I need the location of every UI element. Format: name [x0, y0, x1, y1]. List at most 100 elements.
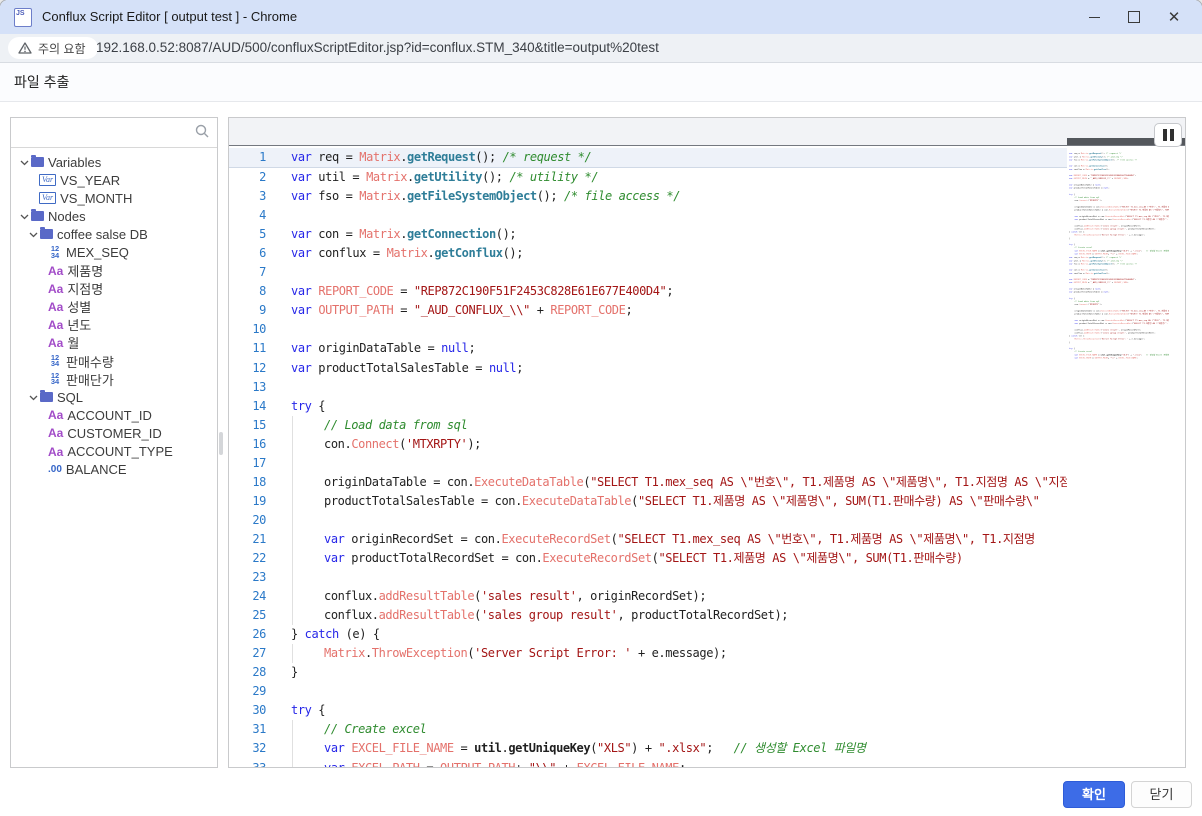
code-line[interactable]: 31 // Create excel	[229, 720, 1185, 739]
line-number: 31	[229, 720, 266, 739]
tree-item-제품명[interactable]: Aa제품명	[11, 262, 217, 280]
address-bar[interactable]: 주의 요함 192.168.0.52:8087/AUD/500/confluxS…	[0, 34, 1202, 63]
code-line[interactable]: 23	[229, 568, 1185, 587]
text-field-icon: Aa	[48, 445, 63, 459]
code-line[interactable]: 26} catch (e) {	[229, 625, 1185, 644]
code-line[interactable]: 8 var REPORT_CODE = "REP872C190F51F2453C8…	[229, 282, 1185, 301]
minimap-code: var req = Matrix.getRequest(); /* reques…	[1069, 256, 1169, 359]
text-field-icon: Aa	[48, 282, 63, 296]
code-line[interactable]: 5var con = Matrix.getConnection();	[229, 225, 1185, 244]
line-number: 8	[229, 282, 266, 301]
code-line[interactable]: 24conflux.addResultTable('sales result',…	[229, 587, 1185, 606]
code-line[interactable]: 30try {	[229, 701, 1185, 720]
code-line[interactable]: 27Matrix.ThrowException('Server Script E…	[229, 644, 1185, 663]
code-line[interactable]: 12 var productTotalSalesTable = null;	[229, 359, 1185, 378]
code-text: var productTotalRecordSet = con.ExecuteR…	[291, 549, 963, 568]
code-line[interactable]: 33var EXCEL_PATH = OUTPUT_PATH+ "\\" + E…	[229, 759, 1185, 769]
minimap-toggle-button[interactable]	[1154, 123, 1182, 147]
tree-item-월[interactable]: Aa월	[11, 334, 217, 352]
tree-search-box	[11, 118, 217, 148]
code-line[interactable]: 20	[229, 511, 1185, 530]
code-line[interactable]: 25conflux.addResultTable('sales group re…	[229, 606, 1185, 625]
code-text: var originDataTable = null;	[291, 339, 475, 358]
code-line[interactable]: 17	[229, 454, 1185, 473]
minimize-button[interactable]	[1074, 0, 1114, 34]
tree-item-ACCOUNT_ID[interactable]: AaACCOUNT_ID	[11, 406, 217, 424]
security-warning-chip[interactable]: 주의 요함	[8, 37, 98, 59]
code-line[interactable]: 19productTotalSalesTable = con.ExecuteDa…	[229, 492, 1185, 511]
tree-item-SQL[interactable]: SQL	[11, 388, 217, 406]
line-number: 25	[229, 606, 266, 625]
code-line[interactable]: 21var originRecordSet = con.ExecuteRecor…	[229, 530, 1185, 549]
chevron-down-icon[interactable]	[19, 211, 29, 221]
code-line[interactable]: 1var req = Matrix.getRequest(); /* reque…	[229, 148, 1185, 168]
code-text: var fso = Matrix.getFileSystemObject(); …	[291, 187, 680, 206]
code-line[interactable]: 6var conflux = Matrix.getConflux();	[229, 244, 1185, 263]
code-line[interactable]: 15// Load data from sql	[229, 416, 1185, 435]
tree-item-판매수량[interactable]: 1234판매수량	[11, 352, 217, 370]
code-text: var EXCEL_FILE_NAME = util.getUniqueKey(…	[291, 739, 866, 758]
line-number: 12	[229, 359, 266, 378]
tree-item-ACCOUNT_TYPE[interactable]: AaACCOUNT_TYPE	[11, 443, 217, 461]
code-line[interactable]: 16con.Connect('MTXRPTY');	[229, 435, 1185, 454]
tree-item-MEX_SEQ[interactable]: 1234MEX_SEQ	[11, 243, 217, 261]
code-text: var REPORT_CODE = "REP872C190F51F2453C82…	[291, 282, 673, 301]
chevron-down-icon[interactable]	[28, 229, 38, 239]
url-text[interactable]: 192.168.0.52:8087/AUD/500/confluxScriptE…	[96, 34, 659, 62]
tree-item-년도[interactable]: Aa년도	[11, 316, 217, 334]
code-line[interactable]: 3var fso = Matrix.getFileSystemObject();…	[229, 187, 1185, 206]
page-title: 파일 추출	[14, 63, 69, 101]
tree-item-VS_MONTH[interactable]: Var VS_MONTH	[11, 189, 217, 207]
code-line[interactable]: 22var productTotalRecordSet = con.Execut…	[229, 549, 1185, 568]
chevron-down-icon[interactable]	[28, 392, 38, 402]
line-number: 30	[229, 701, 266, 720]
tree-item-VS_YEAR[interactable]: VarVS_YEAR	[11, 171, 217, 189]
code-text: // Create excel	[291, 720, 426, 739]
code-line[interactable]: 10	[229, 320, 1185, 339]
tree-item-지점명[interactable]: Aa지점명	[11, 280, 217, 298]
line-number: 18	[229, 473, 266, 492]
code-text: try {	[291, 397, 325, 416]
tree-item-BALANCE[interactable]: .00BALANCE	[11, 461, 217, 479]
code-line[interactable]: 28}	[229, 663, 1185, 682]
minimap[interactable]: var req = Matrix.getRequest(); /* reques…	[1069, 152, 1169, 767]
close-window-button[interactable]: ✕	[1154, 0, 1194, 34]
code-text: }	[291, 663, 298, 682]
code-text: var req = Matrix.getRequest(); /* reques…	[291, 148, 591, 167]
code-line[interactable]: 9var OUTPUT_PATH = "_AUD_CONFLUX_\\" + R…	[229, 301, 1185, 320]
code-line[interactable]: 4	[229, 206, 1185, 225]
editor-top-strip	[229, 118, 1185, 146]
maximize-button[interactable]	[1114, 0, 1154, 34]
code-line[interactable]: 18originDataTable = con.ExecuteDataTable…	[229, 473, 1185, 492]
code-editor[interactable]: 1var req = Matrix.getRequest(); /* reque…	[228, 117, 1186, 768]
code-text: var productTotalSalesTable = null;	[291, 359, 523, 378]
sidebar-scrollbar-thumb[interactable]	[219, 432, 223, 455]
tree-item-label: 성별	[67, 297, 91, 316]
code-line[interactable]: 7	[229, 263, 1185, 282]
number-field-icon: 1234	[48, 246, 62, 259]
tree-item-Nodes[interactable]: Nodes	[11, 207, 217, 225]
code-line[interactable]: 11var originDataTable = null;	[229, 339, 1185, 358]
tree-item-CUSTOMER_ID[interactable]: AaCUSTOMER_ID	[11, 424, 217, 442]
code-line[interactable]: 2var util = Matrix.getUtility(); /* util…	[229, 168, 1185, 187]
code-line[interactable]: 32var EXCEL_FILE_NAME = util.getUniqueKe…	[229, 739, 1185, 758]
variable-icon: Var	[39, 192, 56, 204]
number-field-icon: 1234	[48, 373, 62, 386]
tree-item-coffee salse DB[interactable]: coffee salse DB	[11, 225, 217, 243]
search-input[interactable]	[15, 121, 187, 145]
tree-item-성별[interactable]: Aa성별	[11, 298, 217, 316]
code-line[interactable]: 29	[229, 682, 1185, 701]
chevron-down-icon[interactable]	[19, 157, 29, 167]
line-number: 23	[229, 568, 266, 587]
tree-item-판매단가[interactable]: 1234판매단가	[11, 370, 217, 388]
code-text: productTotalSalesTable = con.ExecuteData…	[291, 492, 1039, 511]
code-line[interactable]: 14try {	[229, 397, 1185, 416]
line-number: 27	[229, 644, 266, 663]
ok-button[interactable]: 확인	[1063, 781, 1125, 808]
tree-item-label: VS_MONTH	[60, 191, 132, 206]
code-line[interactable]: 13	[229, 378, 1185, 397]
line-number: 9	[229, 301, 266, 320]
close-button[interactable]: 닫기	[1131, 781, 1192, 808]
minimap-code: var req = Matrix.getRequest(); /* reques…	[1069, 152, 1169, 255]
tree-item-Variables[interactable]: Variables	[11, 153, 217, 171]
